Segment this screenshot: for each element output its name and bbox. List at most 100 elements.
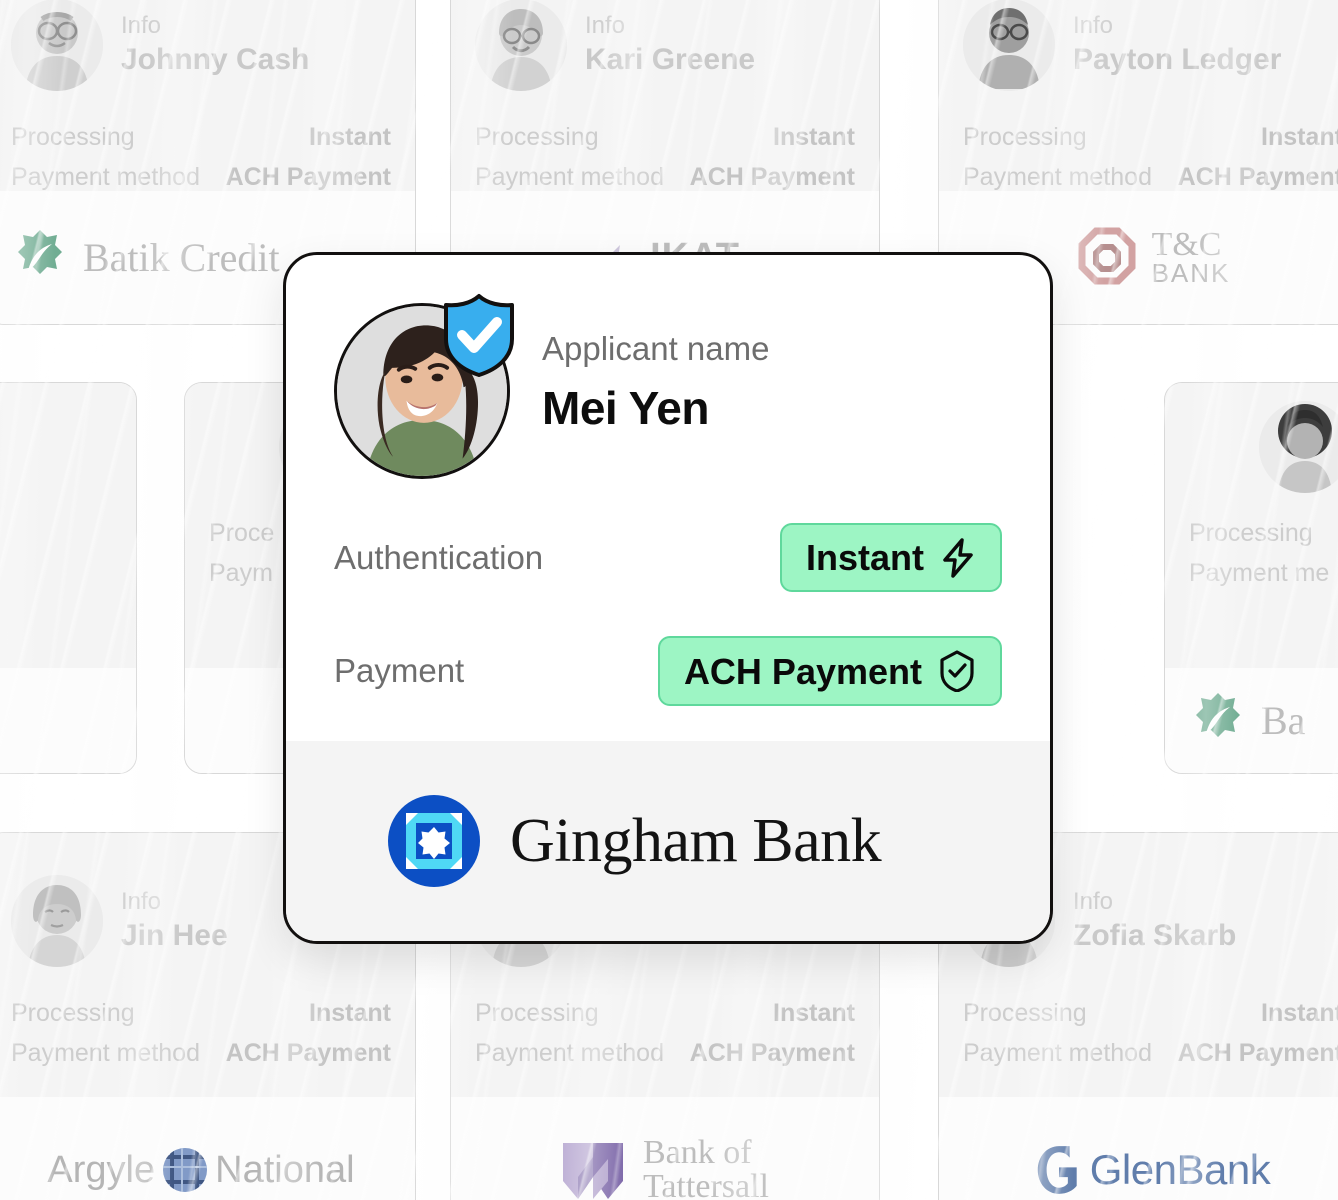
avatar xyxy=(1259,401,1338,493)
authentication-badge[interactable]: Instant xyxy=(779,523,1002,593)
info-label: Info xyxy=(121,888,162,916)
payment-value: ACH Payment xyxy=(1177,163,1338,191)
processing-key: Processing xyxy=(1189,519,1313,547)
screenshot-root: Info Johnny Cash Processing Instant Paym… xyxy=(0,0,1338,1200)
payment-key: Payment method xyxy=(11,163,200,191)
glen-g-icon xyxy=(1037,1146,1077,1194)
authentication-label: Authentication xyxy=(334,538,544,576)
processing-value: Instant xyxy=(309,123,391,151)
background-card-mid-right[interactable]: Processing Payment me Ba xyxy=(1164,382,1338,774)
payment-value: ACH Payment xyxy=(689,163,855,191)
payment-badge[interactable]: ACH Payment xyxy=(657,636,1002,707)
bank-name: GlenBank xyxy=(1089,1146,1271,1193)
processing-row: Processing Instant xyxy=(963,993,1338,1033)
bank-name: T&C BANK xyxy=(1151,226,1231,289)
bank-name: Argyle xyxy=(47,1148,156,1191)
payment-row: Payment method ACH Payment xyxy=(963,157,1338,197)
payment-key: Payment method xyxy=(963,1039,1152,1067)
card-header: Info Kari Greene xyxy=(475,0,855,91)
payment-key-fragment: Paym xyxy=(209,559,273,587)
processing-row: Processing Instant xyxy=(963,117,1338,157)
bank-name-2: National xyxy=(215,1148,355,1191)
applicant-text: Applicant name Mei Yen xyxy=(542,303,769,433)
bank-name-fragment: Ba xyxy=(1261,698,1306,743)
payment-key: Payment method xyxy=(963,163,1152,191)
avatar-with-badge xyxy=(334,294,514,479)
authentication-value: Instant xyxy=(805,537,924,578)
processing-key: Processing xyxy=(963,123,1087,151)
processing-row: Processing Instant xyxy=(11,117,391,157)
avatar xyxy=(11,0,103,91)
applicant-name: Payton Ledger xyxy=(1073,42,1282,76)
shield-check-icon xyxy=(940,650,974,693)
payment-value: ACH Payment xyxy=(689,1039,855,1067)
argyle-plaid-circle-icon xyxy=(163,1148,208,1192)
applicant-header: Applicant name Mei Yen xyxy=(334,294,1002,479)
batik-star-icon xyxy=(1196,692,1240,737)
processing-key: Processing xyxy=(963,999,1087,1027)
payment-key: Payment method xyxy=(475,1039,664,1067)
applicant-name: Zofia Skarb xyxy=(1073,918,1237,952)
bank-name: Batik Credit xyxy=(83,235,280,280)
applicant-name: Johnny Cash xyxy=(121,42,310,76)
processing-row: Processing Instant xyxy=(475,117,855,157)
card-header: Info Payton Ledger xyxy=(963,0,1338,91)
payment-value: ACH Payment xyxy=(683,650,922,692)
info-label: Info xyxy=(1073,12,1114,40)
applicant-name: Jin Hee xyxy=(121,918,228,952)
card-footer: Bank of Tattersall xyxy=(451,1097,879,1200)
processing-key: Processing xyxy=(11,123,135,151)
payment-value: ACH Payment xyxy=(225,1039,391,1067)
tc-octagon-icon xyxy=(1078,227,1136,284)
background-card-mid-left[interactable]: me Instant Payment it xyxy=(0,382,137,774)
payment-value: ACH Payment xyxy=(1177,1039,1338,1067)
processing-key: Processing xyxy=(11,999,135,1027)
processing-row: Processing Instant xyxy=(11,993,391,1033)
processing-key: Processing xyxy=(475,123,599,151)
processing-value: Instant xyxy=(1261,123,1338,151)
bank-name-sub: BANK xyxy=(1151,258,1231,289)
payment-key-fragment: Payment me xyxy=(1189,559,1330,587)
card-footer: Argyle National xyxy=(0,1097,415,1200)
applicant-name: Kari Greene xyxy=(585,42,756,76)
applicant-name-label: Applicant name xyxy=(542,330,770,367)
info-label: Info xyxy=(1073,888,1114,916)
processing-key: Processing xyxy=(475,999,599,1027)
payment-value: ACH Payment xyxy=(225,163,391,191)
payment-row: Payment method ACH Payment xyxy=(475,157,855,197)
lightning-bolt-icon xyxy=(943,537,973,578)
processing-row: Processing Instant xyxy=(475,993,855,1033)
bank-name-line2: Tattersall xyxy=(642,1168,769,1200)
card-footer: Ba xyxy=(1165,668,1338,773)
processing-value: Instant xyxy=(1261,999,1338,1027)
processing-value: Instant xyxy=(773,999,855,1027)
card-footer: it xyxy=(0,668,136,773)
info-label: Info xyxy=(121,12,162,40)
payment-row: Payment method ACH Payment xyxy=(963,1033,1338,1073)
verified-shield-icon xyxy=(444,294,514,377)
info-label: Info xyxy=(585,12,626,40)
applicant-detail-card[interactable]: Applicant name Mei Yen Authentication In… xyxy=(283,252,1053,944)
batik-star-icon xyxy=(18,229,62,274)
avatar xyxy=(963,0,1055,91)
payment-row: Payment method ACH Payment xyxy=(11,157,391,197)
gingham-bank-icon xyxy=(388,795,480,887)
card-footer: GlenBank xyxy=(939,1097,1338,1200)
avatar xyxy=(475,0,567,91)
card-bank-footer: Gingham Bank xyxy=(286,741,1050,941)
bank-name-line1: Bank of xyxy=(642,1134,752,1171)
payment-row: Payment method ACH Payment xyxy=(11,1033,391,1073)
payment-row: Payment method ACH Payment xyxy=(475,1033,855,1073)
processing-value: Instant xyxy=(773,123,855,151)
applicant-name-value: Mei Yen xyxy=(542,381,709,434)
tattersall-chevron-icon xyxy=(562,1143,623,1199)
card-header: Info Johnny Cash xyxy=(11,0,391,91)
bank-name: Gingham Bank xyxy=(510,806,882,875)
payment-key: Payment method xyxy=(475,163,664,191)
processing-value: Instant xyxy=(309,999,391,1027)
avatar xyxy=(11,875,103,967)
authentication-row: Authentication Instant xyxy=(334,523,1002,593)
processing-key-fragment: Proce xyxy=(209,519,275,547)
bank-name: Bank of Tattersall xyxy=(643,1136,769,1200)
payment-row: Payment ACH Payment xyxy=(334,636,1002,707)
